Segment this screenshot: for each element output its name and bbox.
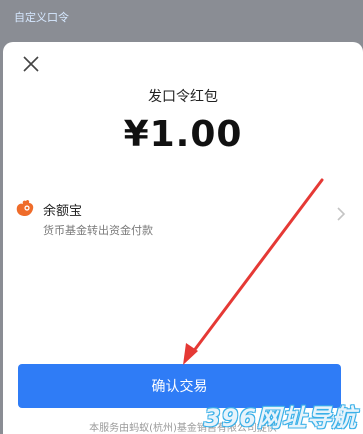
backdrop-title: 自定义口令 [14,11,69,24]
payment-method-name: 余额宝 [43,204,83,219]
site-watermark: 396网址导航 [203,404,357,432]
close-icon [23,56,39,72]
chevron-right-icon [337,207,346,221]
payment-method-description: 货币基金转出资金付款 [43,224,153,237]
close-button[interactable] [19,52,43,76]
amount-value: ¥1.00 [123,114,243,155]
payment-method-row[interactable]: 余额宝 货币基金转出资金付款 [15,192,351,244]
payment-sheet: 发口令红包 ¥1.00 余额宝 货币基金转出资金付款 确认交易 本服务由蚂蚁(杭… [3,42,363,434]
sheet-title: 发口令红包 [148,89,218,105]
yuebao-logo-icon [16,199,34,216]
